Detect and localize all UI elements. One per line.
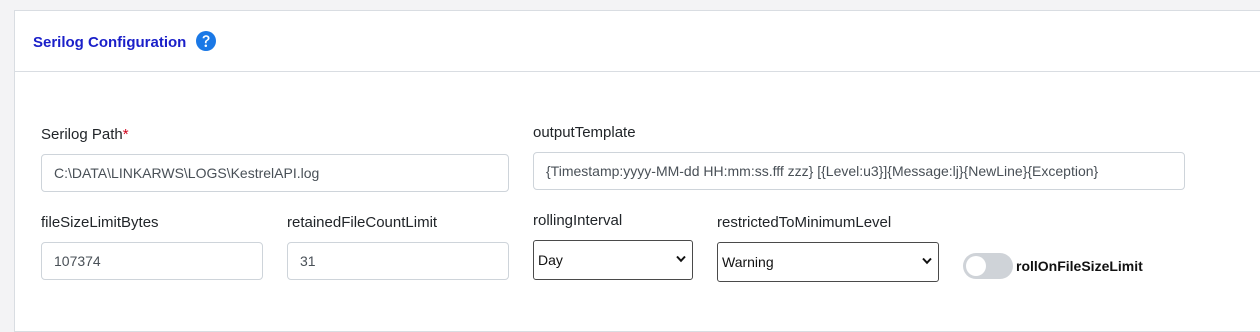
restricted-level-selected: Warning bbox=[722, 254, 774, 270]
page-title: Serilog Configuration bbox=[33, 34, 187, 51]
restricted-level-select[interactable]: Warning bbox=[717, 242, 939, 282]
file-size-limit-value: 107374 bbox=[54, 253, 101, 269]
retained-file-count-label: retainedFileCountLimit bbox=[287, 214, 438, 231]
rolling-interval-select[interactable]: Day bbox=[533, 240, 693, 280]
card-header: Serilog Configuration bbox=[15, 11, 1260, 72]
rolling-interval-selected: Day bbox=[538, 252, 563, 268]
retained-file-count-input[interactable]: 31 bbox=[287, 242, 509, 280]
file-size-limit-input[interactable]: 107374 bbox=[41, 242, 263, 280]
roll-on-file-size-toggle[interactable] bbox=[963, 253, 1013, 279]
restricted-level-label: restrictedToMinimumLevel bbox=[717, 214, 892, 231]
roll-on-file-size-label: rollOnFileSizeLimit bbox=[1016, 258, 1143, 274]
serilog-path-input[interactable]: C:\DATA\LINKARWS\LOGS\KestrelAPI.log bbox=[41, 154, 509, 192]
rolling-interval-label: rollingInterval bbox=[533, 212, 623, 229]
output-template-value: {Timestamp:yyyy-MM-dd HH:mm:ss.fff zzz} … bbox=[546, 163, 1099, 179]
serilog-path-label-text: Serilog Path bbox=[41, 126, 123, 143]
retained-file-count-value: 31 bbox=[300, 253, 316, 269]
serilog-path-value: C:\DATA\LINKARWS\LOGS\KestrelAPI.log bbox=[54, 165, 320, 181]
serilog-path-label: Serilog Path* bbox=[41, 126, 129, 143]
file-size-limit-label: fileSizeLimitBytes bbox=[41, 214, 159, 231]
required-asterisk: * bbox=[122, 126, 129, 143]
chevron-down-icon bbox=[922, 257, 932, 265]
output-template-input[interactable]: {Timestamp:yyyy-MM-dd HH:mm:ss.fff zzz} … bbox=[533, 152, 1185, 190]
question-circle-icon[interactable] bbox=[195, 30, 217, 52]
toggle-knob bbox=[966, 256, 986, 276]
chevron-down-icon bbox=[676, 255, 686, 263]
output-template-label: outputTemplate bbox=[533, 124, 636, 141]
